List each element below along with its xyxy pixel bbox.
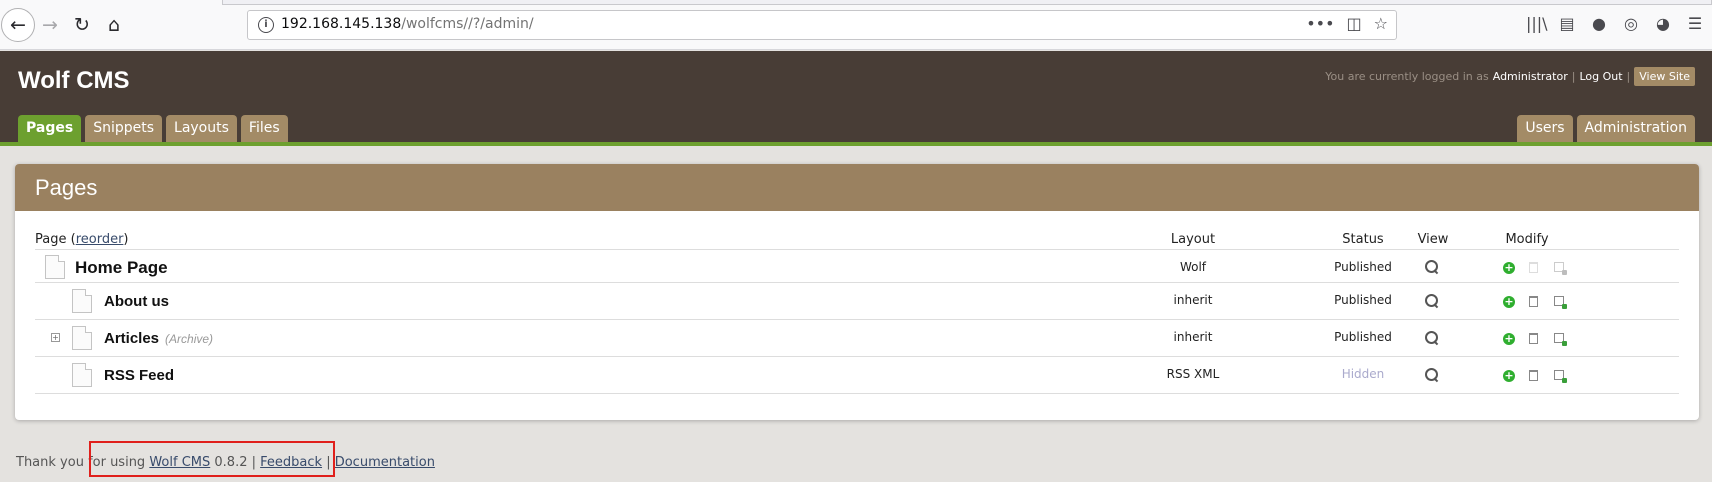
pocket-icon[interactable]: ◫: [1347, 14, 1362, 33]
status-value: Published: [1334, 330, 1392, 344]
browser-toolbar: ← → ↻ ⌂ i 192.168.145.138/wolfcms//?/adm…: [0, 0, 1712, 50]
login-info: You are currently logged in as Administr…: [1325, 67, 1695, 86]
column-layout: Layout: [1170, 232, 1216, 247]
tab-layouts[interactable]: Layouts: [166, 115, 237, 142]
url-host: 192.168.145.138: [281, 16, 402, 32]
arrow-left-icon: ←: [10, 14, 26, 36]
column-view: View: [1417, 232, 1449, 247]
column-page-close: ): [123, 232, 129, 247]
tab-pages[interactable]: Pages: [18, 115, 82, 142]
sidebar-icon[interactable]: ▤: [1558, 14, 1576, 34]
url-actions: ••• ◫ ☆: [1306, 14, 1388, 33]
url-path: /wolfcms//?/admin/: [401, 16, 534, 32]
table-header: Page (reorder) Layout Status View Modify: [35, 230, 1679, 250]
tab-administration[interactable]: Administration: [1576, 115, 1695, 142]
view-site-button[interactable]: View Site: [1634, 67, 1695, 86]
view-icon[interactable]: [1424, 293, 1440, 309]
page-link[interactable]: Articles (Archive): [104, 330, 213, 347]
status-value: Hidden: [1341, 367, 1385, 381]
table-row: Home Page Wolf Published +: [35, 250, 1679, 283]
home-icon: ⌂: [107, 14, 121, 36]
pages-panel: Pages Page (reorder) Layout Status View …: [15, 164, 1699, 420]
expand-icon[interactable]: +: [51, 333, 60, 342]
column-modify: Modify: [1505, 232, 1549, 247]
table-row: RSS Feed RSS XML Hidden +: [35, 357, 1679, 394]
tab-strip: [222, 0, 1712, 5]
extension-icon[interactable]: ●: [1590, 14, 1608, 34]
extension-icon[interactable]: ◎: [1622, 14, 1640, 34]
column-page-label: Page (: [35, 232, 76, 247]
extension-icon[interactable]: ◕: [1654, 14, 1672, 34]
separator: |: [1626, 70, 1631, 83]
page-icon: [72, 289, 92, 313]
logged-in-text: You are currently logged in as: [1325, 70, 1489, 83]
user-name: Administrator: [1492, 70, 1568, 83]
hamburger-menu-icon[interactable]: ☰: [1686, 14, 1704, 34]
separator: |: [1571, 70, 1576, 83]
bookmark-star-icon[interactable]: ☆: [1374, 14, 1388, 33]
delete-icon[interactable]: [1529, 296, 1538, 307]
pages-table: Page (reorder) Layout Status View Modify…: [35, 230, 1679, 394]
page-link[interactable]: RSS Feed: [104, 367, 174, 384]
toolbar-icons: |||\ ▤ ● ◎ ◕ ☰: [1526, 14, 1712, 34]
page-link[interactable]: Home Page: [75, 258, 168, 278]
add-child-icon[interactable]: +: [1503, 262, 1515, 274]
layout-value: inherit: [1173, 330, 1213, 344]
view-icon[interactable]: [1424, 259, 1440, 275]
page-icon: [72, 363, 92, 387]
home-button[interactable]: ⌂: [97, 8, 131, 42]
status-value: Published: [1334, 293, 1392, 307]
arrow-right-icon: →: [42, 14, 58, 36]
copy-icon[interactable]: [1554, 296, 1567, 309]
view-icon[interactable]: [1424, 367, 1440, 383]
layout-value: inherit: [1173, 293, 1213, 307]
delete-icon[interactable]: [1529, 370, 1538, 381]
documentation-link[interactable]: Documentation: [335, 455, 435, 470]
add-child-icon[interactable]: +: [1503, 370, 1515, 382]
highlight-annotation: [89, 441, 335, 477]
site-title: Wolf CMS: [18, 67, 130, 94]
add-child-icon[interactable]: +: [1503, 296, 1515, 308]
table-row: About us inherit Published +: [35, 283, 1679, 320]
page-icon: [72, 326, 92, 350]
url-text[interactable]: 192.168.145.138/wolfcms//?/admin/: [281, 16, 534, 32]
tab-files[interactable]: Files: [240, 115, 288, 142]
info-icon[interactable]: i: [258, 17, 274, 33]
url-bar[interactable]: i 192.168.145.138/wolfcms//?/admin/ ••• …: [247, 10, 1397, 40]
add-child-icon[interactable]: +: [1503, 333, 1515, 345]
logout-link[interactable]: Log Out: [1579, 70, 1622, 83]
column-page: Page (reorder): [35, 232, 129, 247]
reload-icon: ↻: [74, 14, 90, 36]
page-link-label: Articles: [104, 330, 160, 347]
main-tabs: Pages Snippets Layouts Files: [18, 115, 288, 142]
page-title: Pages: [35, 175, 98, 200]
header-divider: [0, 142, 1712, 146]
page-link[interactable]: About us: [104, 293, 169, 310]
copy-icon[interactable]: [1554, 370, 1567, 383]
back-button[interactable]: ←: [1, 8, 35, 42]
table-row: + Articles (Archive) inherit Published +: [35, 320, 1679, 357]
delete-icon: [1529, 262, 1538, 273]
archive-label: (Archive): [165, 332, 214, 346]
view-icon[interactable]: [1424, 330, 1440, 346]
copy-icon: [1554, 262, 1567, 275]
layout-value: Wolf: [1179, 260, 1207, 274]
reload-button[interactable]: ↻: [65, 8, 99, 42]
cms-header: Wolf CMS You are currently logged in as …: [0, 51, 1712, 142]
delete-icon[interactable]: [1529, 333, 1538, 344]
copy-icon[interactable]: [1554, 333, 1567, 346]
column-status: Status: [1342, 232, 1384, 247]
tab-users[interactable]: Users: [1517, 115, 1573, 142]
tab-snippets[interactable]: Snippets: [85, 115, 163, 142]
page-icon: [45, 255, 65, 279]
status-value: Published: [1334, 260, 1392, 274]
reorder-link[interactable]: reorder: [76, 232, 124, 247]
layout-value: RSS XML: [1166, 367, 1220, 381]
library-icon[interactable]: |||\: [1526, 14, 1548, 34]
admin-tabs: Users Administration: [1517, 115, 1695, 142]
panel-title-bar: Pages: [15, 164, 1699, 211]
forward-button[interactable]: →: [33, 8, 67, 42]
more-actions-icon[interactable]: •••: [1306, 14, 1334, 33]
